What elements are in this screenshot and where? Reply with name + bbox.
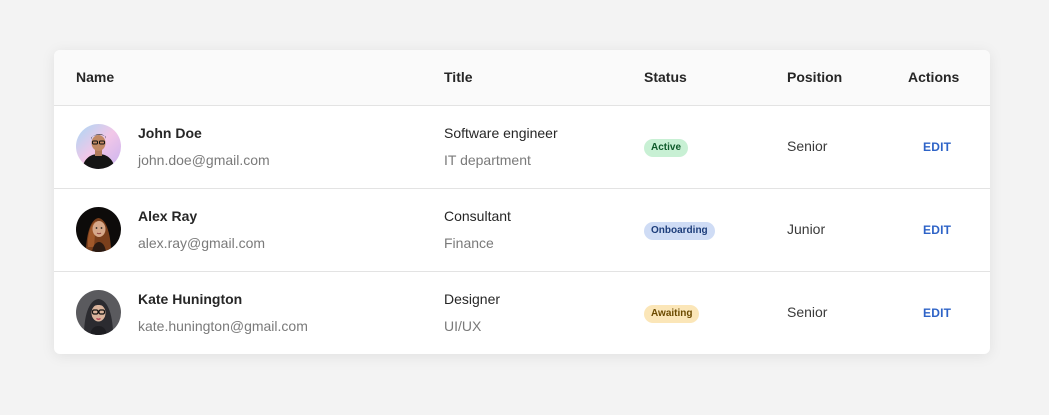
user-email: kate.hunington@gmail.com: [138, 317, 308, 334]
status-cell: Active: [644, 105, 787, 188]
position-cell: Senior: [787, 270, 908, 354]
table-row: Alex Ray alex.ray@gmail.com Consultant F…: [54, 187, 990, 271]
user-name: Alex Ray: [138, 207, 198, 224]
edit-button[interactable]: EDIT: [923, 306, 951, 320]
job-title: Software engineer: [444, 124, 558, 141]
avatar: [76, 124, 121, 169]
user-email: alex.ray@gmail.com: [138, 234, 266, 251]
name-cell: Alex Ray alex.ray@gmail.com: [54, 187, 444, 271]
position-value: Senior: [787, 303, 828, 320]
header-position: Position: [787, 50, 908, 106]
job-title: Consultant: [444, 207, 511, 224]
actions-cell: EDIT: [908, 105, 990, 188]
status-badge: Awaiting: [644, 304, 700, 323]
avatar: [76, 207, 121, 252]
header-title: Title: [444, 50, 644, 106]
position-value: Junior: [787, 220, 826, 237]
title-cell: Designer UI/UX: [444, 270, 644, 354]
header-name: Name: [54, 50, 444, 106]
edit-button[interactable]: EDIT: [923, 223, 951, 237]
table-row: Kate Hunington kate.hunington@gmail.com …: [54, 270, 990, 354]
position-cell: Junior: [787, 187, 908, 271]
table-header-row: Name Title Status Position Actions: [54, 50, 990, 106]
department: IT department: [444, 151, 531, 168]
table-row: John Doe john.doe@gmail.com Software eng…: [54, 105, 990, 188]
name-cell: John Doe john.doe@gmail.com: [54, 105, 444, 188]
department: UI/UX: [444, 317, 482, 334]
avatar: [76, 290, 121, 336]
actions-cell: EDIT: [908, 270, 990, 354]
user-name: Kate Hunington: [138, 290, 243, 307]
status-cell: Awaiting: [644, 270, 787, 354]
position-value: Senior: [787, 137, 828, 154]
users-table-card: Name Title Status Position Actions John …: [54, 50, 990, 354]
user-email: john.doe@gmail.com: [138, 151, 270, 168]
edit-button[interactable]: EDIT: [923, 140, 951, 154]
title-cell: Consultant Finance: [444, 187, 644, 271]
status-cell: Onboarding: [644, 187, 787, 271]
user-name: John Doe: [138, 124, 202, 141]
job-title: Designer: [444, 290, 501, 307]
position-cell: Senior: [787, 105, 908, 188]
status-badge: Active: [644, 138, 689, 157]
users-table: Name Title Status Position Actions John …: [54, 50, 990, 354]
department: Finance: [444, 234, 494, 251]
status-badge: Onboarding: [644, 221, 715, 240]
name-cell: Kate Hunington kate.hunington@gmail.com: [54, 270, 444, 354]
title-cell: Software engineer IT department: [444, 105, 644, 188]
actions-cell: EDIT: [908, 187, 990, 271]
header-status: Status: [644, 50, 787, 106]
header-actions: Actions: [908, 50, 990, 106]
